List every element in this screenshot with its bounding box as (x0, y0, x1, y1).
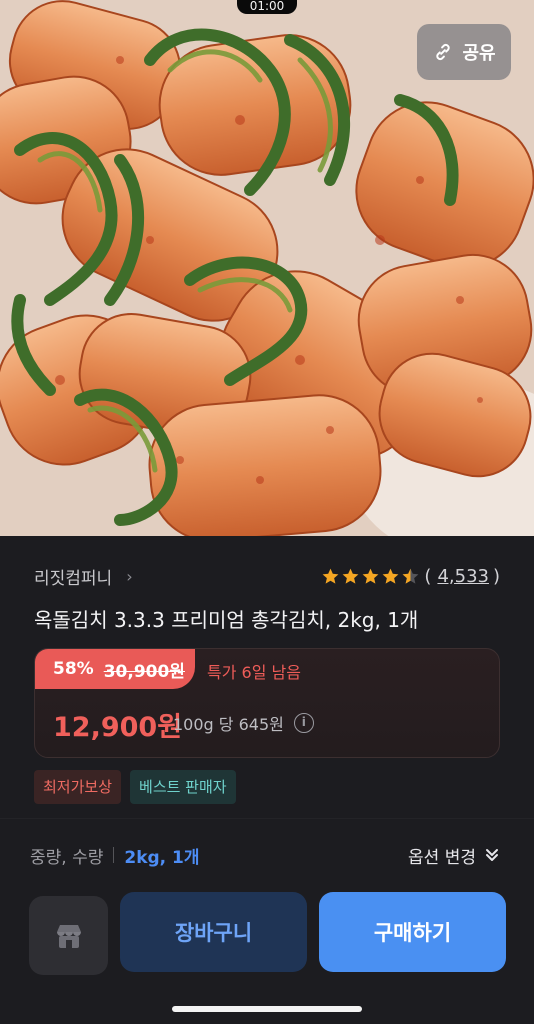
option-separator (113, 847, 115, 863)
chevron-right-icon: › (126, 566, 133, 586)
option-row[interactable]: 중량, 수량 2kg, 1개 옵션 변경 (30, 840, 500, 870)
discount-tag: 58% 30,900원 (35, 649, 195, 689)
unit-price-text: 100g 당 645원 (173, 715, 284, 734)
paren-open: ( (424, 565, 432, 587)
review-count[interactable]: 4,533 (437, 566, 489, 587)
badges: 최저가보상 베스트 판매자 (34, 770, 236, 804)
discount-rate: 58% (53, 659, 94, 679)
best-seller-badge[interactable]: 베스트 판매자 (130, 770, 236, 804)
divider (0, 818, 534, 819)
star-half-icon (402, 568, 419, 584)
info-icon[interactable]: i (293, 713, 314, 733)
product-image[interactable]: 01:00 공유 (0, 0, 534, 536)
buy-now-button[interactable]: 구매하기 (319, 892, 506, 972)
star-icon (382, 568, 399, 584)
lowest-price-badge[interactable]: 최저가보상 (34, 770, 122, 804)
store-button[interactable] (29, 896, 108, 975)
paren-close: ) (492, 565, 500, 587)
special-deal-note: 특가 6일 남음 (207, 663, 301, 682)
store-icon (56, 924, 81, 948)
add-to-cart-button[interactable]: 장바구니 (120, 892, 307, 972)
share-button[interactable]: 공유 (417, 24, 511, 80)
rating-stars (321, 567, 420, 586)
kimchi-photo (0, 0, 534, 536)
seller-name: 리짓컴퍼니 (34, 568, 113, 589)
option-label: 중량, 수량 (30, 847, 104, 868)
original-price: 30,900원 (103, 661, 185, 682)
star-icon (362, 568, 379, 584)
home-indicator[interactable] (172, 1006, 362, 1012)
rating[interactable]: (4,533) (321, 566, 500, 587)
share-label: 공유 (462, 43, 496, 64)
option-value: 2kg, 1개 (124, 847, 200, 868)
star-icon (342, 568, 359, 584)
link-icon (436, 43, 451, 61)
seller-link[interactable]: 리짓컴퍼니 › (34, 564, 133, 589)
double-chevron-down-icon (486, 849, 498, 861)
seller-rating-row: 리짓컴퍼니 › (4,533) (34, 562, 500, 590)
option-change-label: 옵션 변경 (408, 847, 476, 868)
option-change-button[interactable]: 옵션 변경 (408, 843, 500, 868)
product-title: 옥돌김치 3.3.3 프리미엄 총각김치, 2kg, 1개 (34, 608, 419, 632)
status-time: 01:00 (237, 0, 297, 14)
sale-price: 12,900원 (53, 712, 183, 743)
star-icon (322, 568, 339, 584)
option-summary: 중량, 수량 2kg, 1개 (30, 843, 200, 868)
price-box: 58% 30,900원 특가 6일 남음 12,900원 100g 당 645원… (34, 648, 500, 758)
unit-price: 100g 당 645원 i (173, 711, 314, 735)
